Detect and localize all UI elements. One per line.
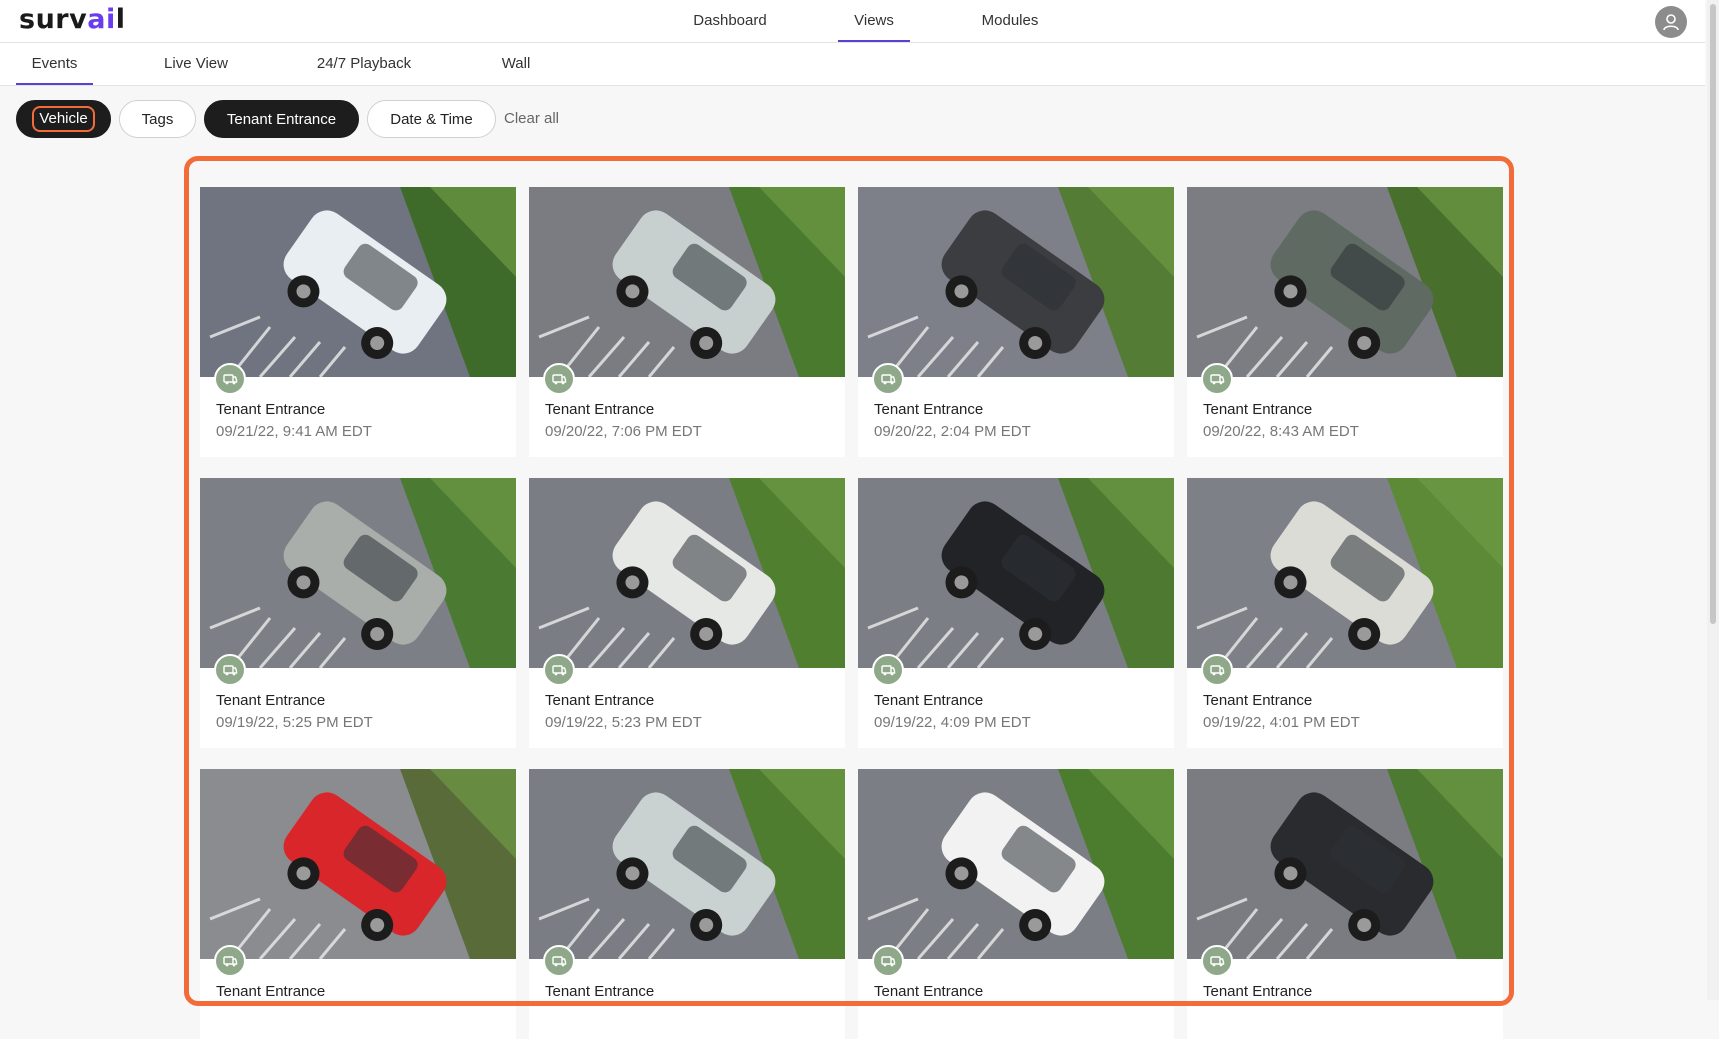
filter-chip-date-time-label: Date & Time <box>390 110 473 128</box>
filter-chip-tags-label: Tags <box>141 110 174 128</box>
filter-chip-vehicle[interactable]: Vehicle <box>16 100 111 138</box>
filter-chip-tags[interactable]: Tags <box>119 100 196 138</box>
filter-chip-date-time[interactable]: Date & Time <box>367 100 496 138</box>
main-nav: Dashboard Views Modules <box>0 0 1705 42</box>
nav-views[interactable]: Views <box>838 0 910 42</box>
sub-tabs: Events Live View 24/7 Playback Wall <box>0 43 1705 86</box>
selection-highlight <box>184 156 1514 1006</box>
nav-dashboard[interactable]: Dashboard <box>686 0 774 42</box>
clear-all-button[interactable]: Clear all <box>504 110 559 127</box>
filter-chip-vehicle-label: Vehicle <box>32 106 95 132</box>
filter-chip-tenant-entrance[interactable]: Tenant Entrance <box>204 100 359 138</box>
tab-live-view[interactable]: Live View <box>155 43 237 85</box>
filter-chip-tenant-entrance-label: Tenant Entrance <box>226 110 337 128</box>
user-icon <box>1663 14 1679 31</box>
scrollbar-thumb[interactable] <box>1710 4 1716 624</box>
tab-247-playback[interactable]: 24/7 Playback <box>308 43 420 85</box>
tab-wall[interactable]: Wall <box>494 43 538 85</box>
scrollbar[interactable] <box>1707 0 1719 1000</box>
tab-events[interactable]: Events <box>16 43 93 85</box>
top-bar: survail Dashboard Views Modules <box>0 0 1705 43</box>
user-avatar[interactable] <box>1655 6 1687 38</box>
nav-modules[interactable]: Modules <box>972 0 1048 42</box>
